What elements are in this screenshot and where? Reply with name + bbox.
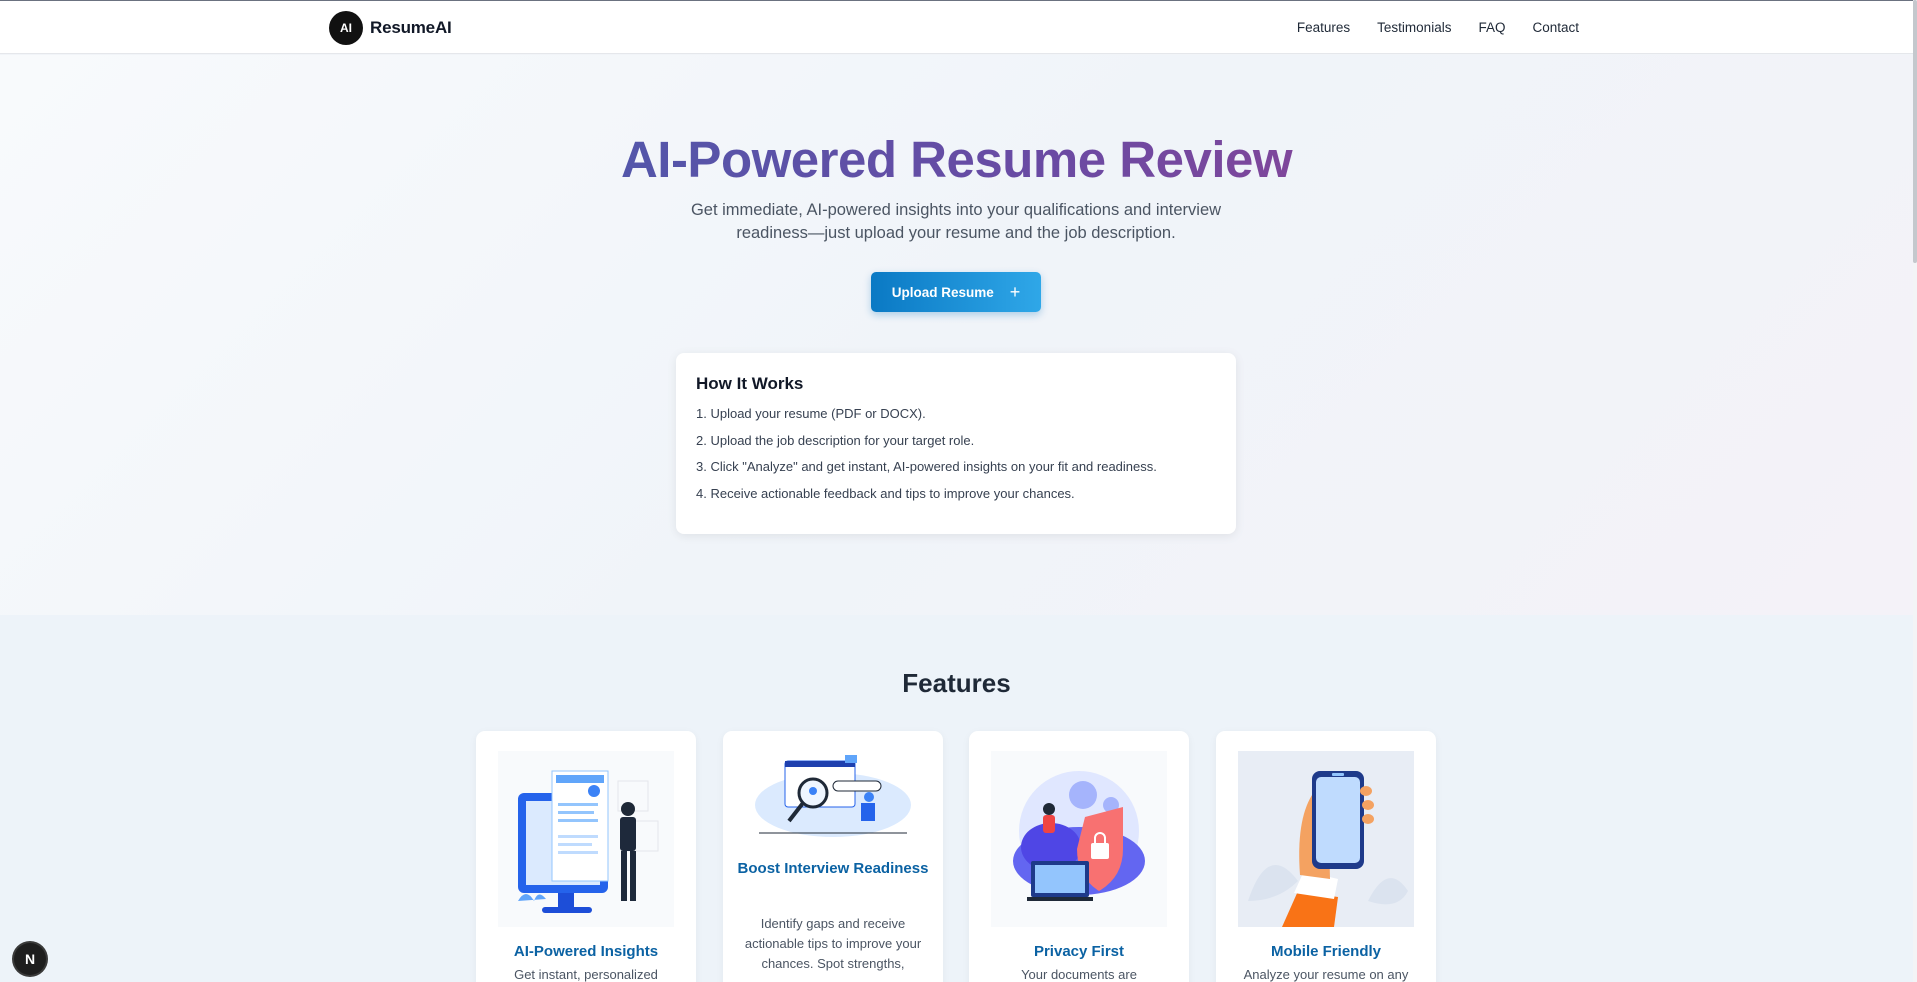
magnifier-analysis-illustration <box>745 751 921 843</box>
top-navbar: AI ResumeAI Features Testimonials FAQ Co… <box>0 0 1913 54</box>
brand-name: ResumeAI <box>370 18 452 37</box>
how-it-works-title: How It Works <box>696 374 804 393</box>
how-it-works-step: 3. Click "Analyze" and get instant, AI-p… <box>696 459 1157 474</box>
page: AI ResumeAI Features Testimonials FAQ Co… <box>0 0 1917 982</box>
feature-description: Your documents are <box>1021 967 1137 982</box>
hero-subtitle: Get immediate, AI-powered insights into … <box>690 201 1222 242</box>
resume-screen-illustration <box>498 751 674 927</box>
feature-title: Privacy First <box>1033 943 1125 960</box>
feature-description: Identify gaps and receive actionable tip… <box>744 916 922 971</box>
feature-card-interview-readiness: Boost Interview Readiness Identify gaps … <box>723 731 943 982</box>
shield-lock-illustration <box>991 751 1167 927</box>
features-section: Features AI-Powered Insights Get instant… <box>0 615 1913 982</box>
feature-card-privacy: Privacy First Your documents are <box>969 731 1189 982</box>
vertical-scrollbar[interactable] <box>1913 0 1917 982</box>
nav-link-faq[interactable]: FAQ <box>1478 20 1505 35</box>
features-title: Features <box>902 668 1011 698</box>
feature-description: Get instant, personalized <box>514 967 658 982</box>
how-it-works-card: How It Works 1. Upload your resume (PDF … <box>676 353 1236 534</box>
feature-title: AI-Powered Insights <box>513 943 659 960</box>
plus-icon: + <box>1009 282 1021 302</box>
main-nav: Features Testimonials FAQ Contact <box>1297 20 1579 35</box>
feature-card-mobile: Mobile Friendly Analyze your resume on a… <box>1216 731 1436 982</box>
upload-resume-button[interactable]: Upload Resume + <box>871 272 1041 312</box>
how-it-works-step: 4. Receive actionable feedback and tips … <box>696 485 1075 501</box>
how-it-works-step: 2. Upload the job description for your t… <box>696 432 975 448</box>
scrollbar-thumb[interactable] <box>1913 0 1917 263</box>
how-it-works-step: 1. Upload your resume (PDF or DOCX). <box>696 406 926 421</box>
nextjs-dev-badge-icon[interactable]: N <box>14 943 46 975</box>
nav-link-features[interactable]: Features <box>1297 20 1350 35</box>
upload-button-label: Upload Resume <box>891 284 994 300</box>
phone-in-hand-illustration <box>1238 751 1414 927</box>
brand[interactable]: AI ResumeAI <box>329 11 452 45</box>
nav-link-testimonials[interactable]: Testimonials <box>1377 20 1451 35</box>
logo-icon: AI <box>329 11 363 45</box>
hero-title: AI-Powered Resume Review <box>0 130 1913 189</box>
nav-link-contact[interactable]: Contact <box>1532 20 1579 35</box>
feature-title: Boost Interview Readiness <box>737 860 929 877</box>
feature-title: Mobile Friendly <box>1270 943 1381 960</box>
feature-card-ai-insights: AI-Powered Insights Get instant, persona… <box>476 731 696 982</box>
feature-description: Analyze your resume on any <box>1243 967 1409 982</box>
